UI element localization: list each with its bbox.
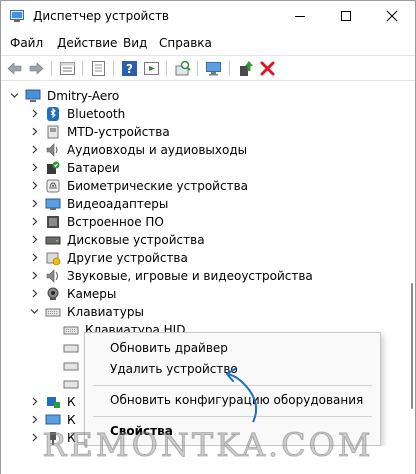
device-manager-window: Диспетчер устройств Файл Действие Вид Сп… (0, 0, 416, 474)
annotation-arrow (226, 368, 257, 423)
watermark: REMONTKA.COM (42, 426, 374, 465)
